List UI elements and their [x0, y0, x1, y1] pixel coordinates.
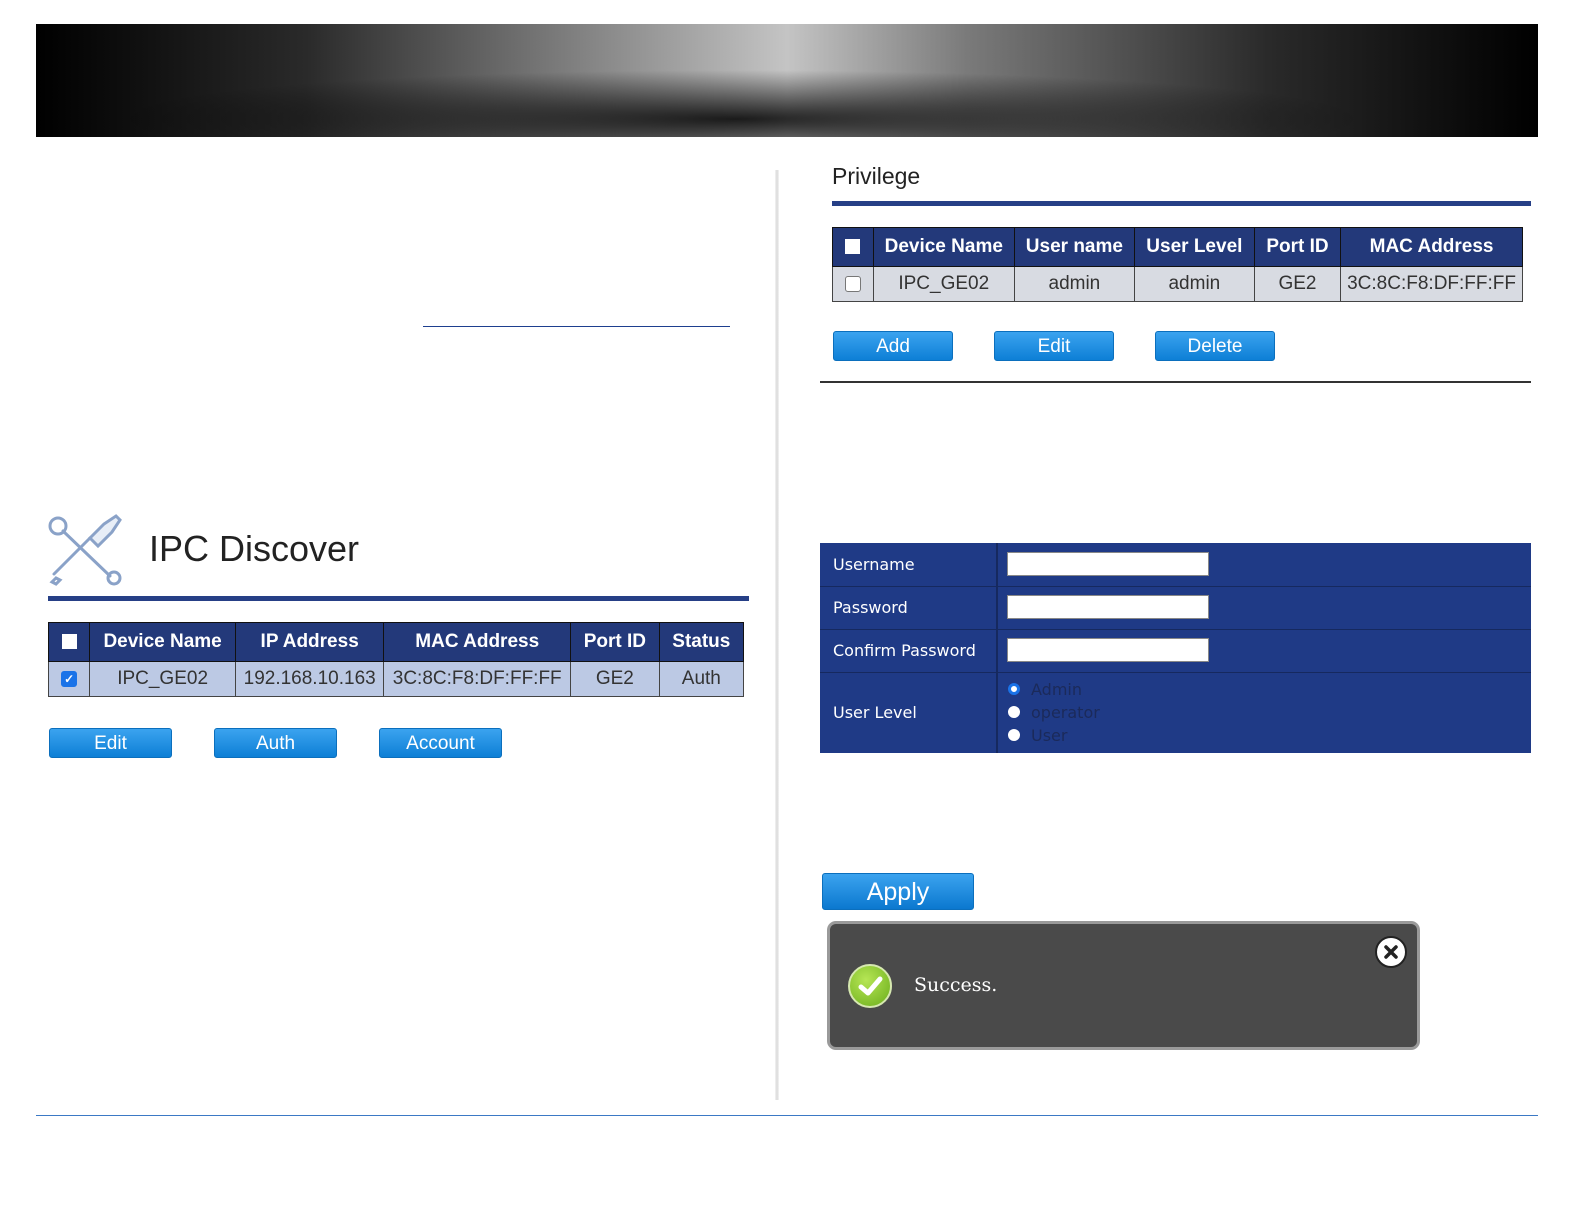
password-input[interactable]: [1007, 595, 1209, 619]
column-divider: [775, 170, 779, 1100]
radio-user-label: User: [1031, 725, 1068, 745]
password-label: Password: [820, 586, 998, 629]
account-form: Username Password Confirm Password User …: [820, 543, 1531, 753]
privilege-table: Device Name User name User Level Port ID…: [832, 227, 1523, 302]
title-underline: [48, 596, 749, 601]
cell-ip-address: 192.168.10.163: [234, 661, 385, 697]
cell-mac-address: 3C:8C:F8:DF:FF:FF: [1340, 266, 1523, 302]
success-check-icon: [848, 964, 892, 1008]
radio-operator[interactable]: operator: [1008, 701, 1100, 723]
footer-divider: [36, 1115, 1538, 1116]
col-header[interactable]: MAC Address: [1340, 227, 1523, 267]
apply-button[interactable]: Apply: [822, 873, 974, 910]
tools-icon: [46, 512, 126, 586]
edit-button[interactable]: Edit: [49, 728, 172, 758]
user-level-label: User Level: [820, 672, 998, 753]
select-all-checkbox[interactable]: [47, 622, 91, 662]
form-row-username: Username: [820, 543, 1531, 587]
select-all-checkbox[interactable]: [832, 227, 874, 267]
username-input[interactable]: [1007, 552, 1209, 576]
col-header[interactable]: User Level: [1133, 227, 1255, 267]
form-row-user-level: User Level Admin operator User: [820, 672, 1531, 753]
cell-user-level: admin: [1133, 266, 1255, 302]
title-underline: [832, 201, 1531, 206]
account-button[interactable]: Account: [379, 728, 502, 758]
confirm-password-label: Confirm Password: [820, 629, 998, 672]
ipc-table: Device Name IP Address MAC Address Port …: [47, 622, 745, 697]
radio-admin-label: Admin: [1031, 679, 1082, 699]
col-header[interactable]: User name: [1013, 227, 1135, 267]
col-header[interactable]: Device Name: [872, 227, 1015, 267]
link-underline: [423, 326, 730, 327]
cell-status: Auth: [658, 661, 745, 697]
success-toast: Success.: [827, 921, 1420, 1050]
radio-user[interactable]: User: [1008, 724, 1067, 746]
username-label: Username: [820, 543, 998, 586]
radio-admin-button[interactable]: [1008, 683, 1020, 695]
radio-admin[interactable]: Admin: [1008, 678, 1082, 700]
col-header[interactable]: IP Address: [234, 622, 385, 662]
cell-device-name: IPC_GE02: [89, 661, 236, 697]
section-divider: [820, 381, 1531, 383]
delete-button[interactable]: Delete: [1155, 331, 1275, 361]
radio-operator-button[interactable]: [1008, 706, 1020, 718]
auth-button[interactable]: Auth: [214, 728, 337, 758]
confirm-password-input[interactable]: [1007, 638, 1209, 662]
col-header[interactable]: Port ID: [1253, 227, 1342, 267]
cell-port-id: GE2: [1253, 266, 1342, 302]
col-header[interactable]: Status: [658, 622, 745, 662]
radio-user-button[interactable]: [1008, 729, 1020, 741]
col-header[interactable]: Port ID: [570, 622, 660, 662]
col-header[interactable]: Device Name: [89, 622, 236, 662]
table-row[interactable]: ✓ IPC_GE02 192.168.10.163 3C:8C:F8:DF:FF…: [47, 661, 745, 697]
add-button[interactable]: Add: [833, 331, 953, 361]
table-header-row: Device Name User name User Level Port ID…: [832, 227, 1523, 267]
cell-device-name: IPC_GE02: [872, 266, 1015, 302]
col-header[interactable]: MAC Address: [383, 622, 571, 662]
table-row[interactable]: IPC_GE02 admin admin GE2 3C:8C:F8:DF:FF:…: [832, 266, 1523, 302]
form-row-password: Password: [820, 586, 1531, 630]
close-icon[interactable]: [1375, 936, 1407, 968]
radio-operator-label: operator: [1031, 702, 1100, 722]
cell-user-name: admin: [1013, 266, 1135, 302]
form-row-confirm-password: Confirm Password: [820, 629, 1531, 673]
row-checkbox[interactable]: [832, 266, 874, 302]
cell-port-id: GE2: [570, 661, 660, 697]
toast-message: Success.: [914, 974, 998, 996]
row-checkbox[interactable]: ✓: [47, 661, 91, 697]
edit-privilege-button[interactable]: Edit: [994, 331, 1114, 361]
privilege-title: Privilege: [832, 163, 921, 189]
header-banner: [36, 24, 1538, 137]
cell-mac-address: 3C:8C:F8:DF:FF:FF: [383, 661, 571, 697]
table-header-row: Device Name IP Address MAC Address Port …: [47, 622, 745, 662]
page-title: IPC Discover: [149, 528, 360, 569]
